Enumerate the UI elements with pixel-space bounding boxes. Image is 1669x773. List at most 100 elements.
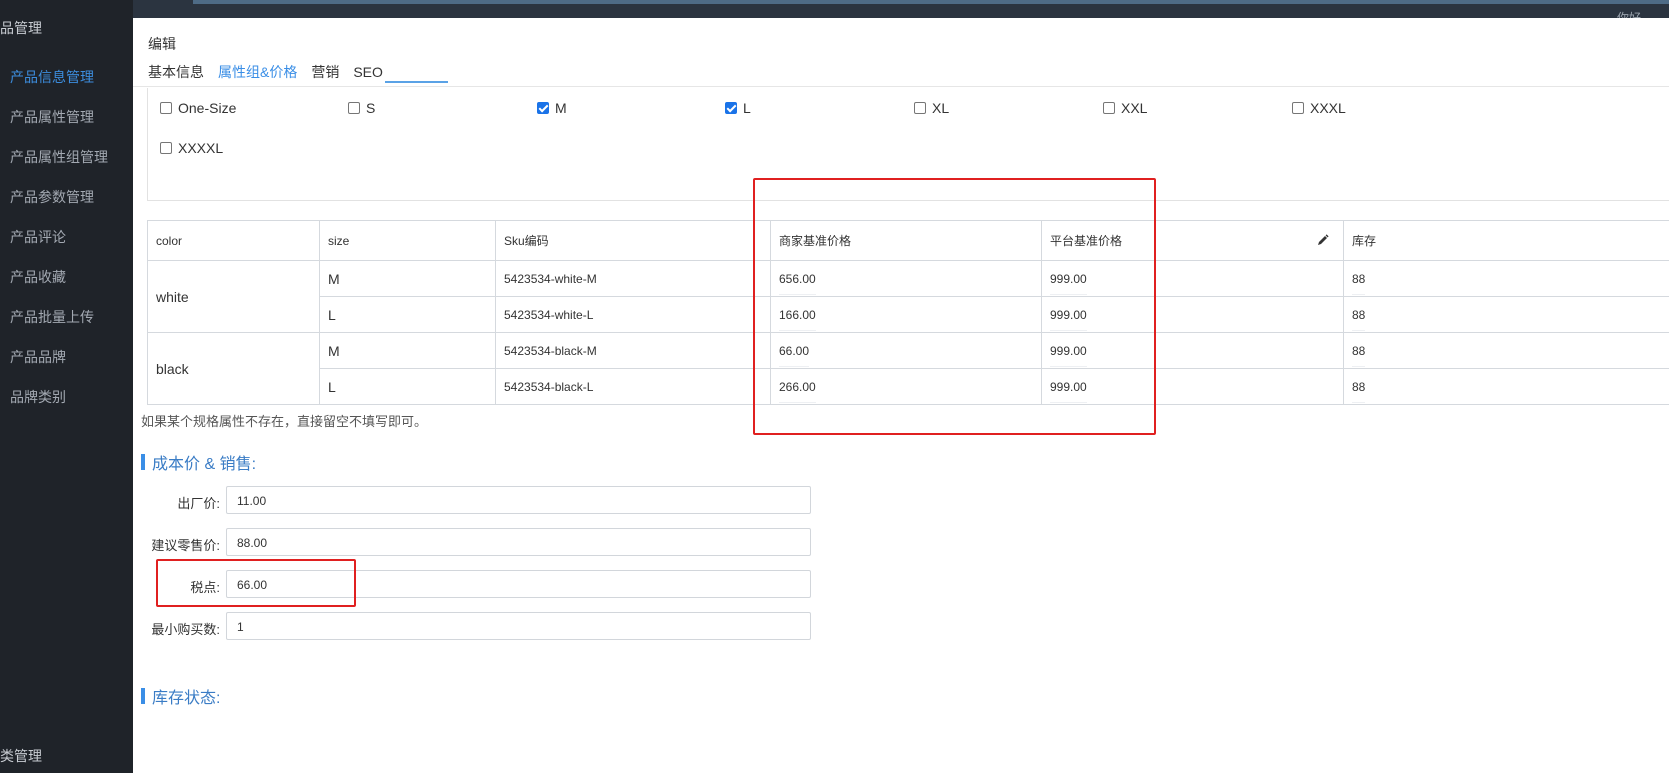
cell-platform-price-input[interactable]: 999.00 (1041, 332, 1344, 369)
cost-section-title-text: 成本价 & 销售: (152, 456, 257, 473)
stock-value[interactable]: 88 (1352, 272, 1365, 286)
min-qty-label: 最小购买数: (151, 622, 220, 637)
merchant-price-value[interactable]: 656.00 (779, 272, 816, 286)
table-header-row: color size Sku编码 商家基准价格 平台基准价格 库存 (147, 220, 1669, 261)
size-label: One-Size (178, 100, 237, 116)
stock-value[interactable]: 88 (1352, 380, 1365, 394)
sidebar-item-brands[interactable]: 产品品牌 (0, 337, 133, 377)
table-row: black M 5423534-black-M 66.00 999.00 88 (147, 332, 1669, 405)
size-options-box: One-Size S M L XL XXL XXXL XXXXL (147, 88, 1669, 201)
checkbox-m[interactable] (537, 102, 549, 114)
sidebar-bottom-module[interactable]: 类管理 (0, 746, 42, 766)
table-row: L 5423534-black-L 266.00 999.00 88 (148, 368, 1669, 405)
size-label: XXL (1121, 100, 1148, 116)
sidebar-item-brand-categories[interactable]: 品牌类别 (0, 377, 133, 417)
tax-input[interactable]: 66.00 (226, 570, 811, 598)
sidebar-module-title[interactable]: 品管理 (0, 18, 42, 38)
modal-title: 编辑 (148, 36, 176, 52)
checkbox-one-size[interactable] (160, 102, 172, 114)
col-header-size: size (319, 220, 496, 261)
size-option-xxl[interactable]: XXL (1103, 100, 1147, 116)
checkbox-xxl[interactable] (1103, 102, 1115, 114)
table-row: L 5423534-white-L 166.00 999.00 88 (148, 296, 1669, 333)
size-option-l[interactable]: L (725, 100, 751, 116)
platform-price-value[interactable]: 999.00 (1050, 272, 1087, 286)
sidebar-item-product-reviews[interactable]: 产品评论 (0, 217, 133, 257)
size-option-one-size[interactable]: One-Size (160, 100, 236, 116)
section-bar (141, 688, 145, 704)
merchant-price-value[interactable]: 166.00 (779, 308, 816, 322)
topbar: 你好， (133, 0, 1669, 25)
size-option-m[interactable]: M (537, 100, 567, 116)
factory-price-label: 出厂价: (177, 496, 220, 511)
sidebar-menu: 产品信息管理 产品属性管理 产品属性组管理 产品参数管理 产品评论 产品收藏 产… (0, 57, 133, 417)
checkbox-xl[interactable] (914, 102, 926, 114)
platform-price-value[interactable]: 999.00 (1050, 344, 1087, 358)
form-row-retail-price: 建议零售价: 88.00 (133, 528, 833, 558)
cell-size: M (319, 260, 496, 297)
checkbox-s[interactable] (348, 102, 360, 114)
platform-price-value[interactable]: 999.00 (1050, 380, 1087, 394)
cell-merchant-price-input[interactable]: 66.00 (770, 332, 1042, 369)
stock-section-title: 库存状态: (141, 684, 220, 708)
sku-table: color size Sku编码 商家基准价格 平台基准价格 库存 white … (147, 220, 1669, 405)
sidebar-item-bulk-upload[interactable]: 产品批量上传 (0, 297, 133, 337)
cell-merchant-price-input[interactable]: 166.00 (770, 296, 1042, 333)
size-option-xl[interactable]: XL (914, 100, 949, 116)
size-label: XXXXL (178, 140, 224, 156)
stock-value[interactable]: 88 (1352, 344, 1365, 358)
factory-price-input[interactable]: 11.00 (226, 486, 811, 514)
form-row-factory-price: 出厂价: 11.00 (133, 486, 833, 516)
col-header-stock: 库存 (1343, 220, 1669, 261)
checkbox-l[interactable] (725, 102, 737, 114)
stock-section-title-text: 库存状态: (152, 690, 221, 707)
sidebar-item-product-favorites[interactable]: 产品收藏 (0, 257, 133, 297)
topbar-accent (193, 0, 1669, 4)
checkbox-xxxxl[interactable] (160, 142, 172, 154)
cell-sku: 5423534-white-L (495, 296, 771, 333)
size-option-xxxxl[interactable]: XXXXL (160, 140, 223, 156)
sidebar-item-product-params[interactable]: 产品参数管理 (0, 177, 133, 217)
tab-divider (133, 86, 1669, 87)
sidebar-item-attribute-groups[interactable]: 产品属性组管理 (0, 137, 133, 177)
merchant-price-value[interactable]: 66.00 (779, 344, 809, 358)
retail-price-input[interactable]: 88.00 (226, 528, 811, 556)
pencil-icon[interactable] (1317, 234, 1329, 246)
size-label: M (555, 100, 567, 116)
merchant-price-value[interactable]: 266.00 (779, 380, 816, 394)
cell-platform-price-input[interactable]: 999.00 (1041, 368, 1344, 405)
sidebar-item-product-attributes[interactable]: 产品属性管理 (0, 97, 133, 137)
tab-attributes-price[interactable]: 属性组&价格 (211, 58, 304, 86)
tab-indicator (385, 81, 448, 83)
platform-price-value[interactable]: 999.00 (1050, 308, 1087, 322)
retail-price-label: 建议零售价: (151, 538, 220, 553)
cell-stock-input[interactable]: 88 (1343, 332, 1669, 369)
edit-modal: 编辑 基本信息 属性组&价格 营销 SEO One-Size S M L XL (133, 18, 1669, 773)
tab-marketing[interactable]: 营销 (304, 58, 346, 86)
size-label: XL (932, 100, 950, 116)
stock-value[interactable]: 88 (1352, 308, 1365, 322)
cell-color: black (147, 332, 320, 405)
cell-merchant-price-input[interactable]: 266.00 (770, 368, 1042, 405)
cell-sku: 5423534-black-M (495, 332, 771, 369)
cell-stock-input[interactable]: 88 (1343, 368, 1669, 405)
form-row-tax: 税点: 66.00 (133, 570, 833, 600)
size-option-s[interactable]: S (348, 100, 375, 116)
size-option-xxxl[interactable]: XXXL (1292, 100, 1346, 116)
cell-platform-price-input[interactable]: 999.00 (1041, 260, 1344, 297)
cell-platform-price-input[interactable]: 999.00 (1041, 296, 1344, 333)
form-row-min-qty: 最小购买数: 1 (133, 612, 833, 642)
min-qty-input[interactable]: 1 (226, 612, 811, 640)
col-header-merchant-price: 商家基准价格 (770, 220, 1042, 261)
tax-label: 税点: (190, 580, 220, 595)
checkbox-xxxl[interactable] (1292, 102, 1304, 114)
cell-merchant-price-input[interactable]: 656.00 (770, 260, 1042, 297)
cell-size: L (319, 368, 496, 405)
cell-stock-input[interactable]: 88 (1343, 296, 1669, 333)
tab-basic-info[interactable]: 基本信息 (141, 58, 211, 86)
cell-stock-input[interactable]: 88 (1343, 260, 1669, 297)
size-label: L (743, 100, 751, 116)
tab-seo[interactable]: SEO (346, 58, 390, 86)
sidebar-item-product-info[interactable]: 产品信息管理 (0, 57, 133, 97)
col-header-platform-price: 平台基准价格 (1041, 220, 1344, 261)
